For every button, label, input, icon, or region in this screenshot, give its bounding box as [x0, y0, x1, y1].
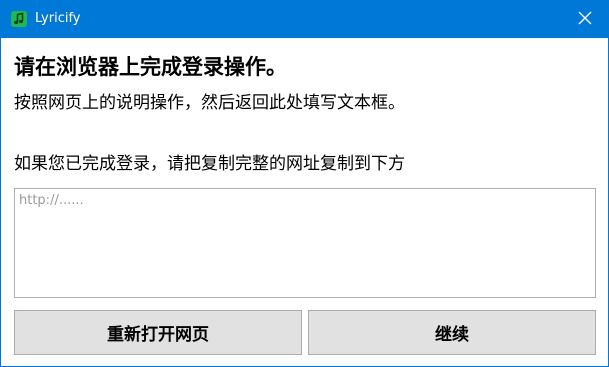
- close-icon: [578, 10, 592, 29]
- page-title: 请在浏览器上完成登录操作。: [14, 55, 287, 79]
- instruction-text: 按照网页上的说明操作，然后返回此处填写文本框。: [14, 93, 405, 113]
- continue-button[interactable]: 继续: [308, 310, 596, 355]
- close-button[interactable]: [562, 1, 608, 38]
- window-title: Lyricify: [35, 11, 81, 26]
- url-input[interactable]: [14, 188, 596, 298]
- reopen-webpage-button[interactable]: 重新打开网页: [14, 310, 302, 355]
- url-prompt-label: 如果您已完成登录，请把复制完整的网址复制到下方: [14, 154, 405, 174]
- reopen-webpage-label: 重新打开网页: [107, 325, 209, 345]
- continue-label: 继续: [435, 325, 469, 345]
- title-bar[interactable]: Lyricify: [1, 1, 608, 38]
- login-dialog: Lyricify 请在浏览器上完成登录操作。 按照网页上的说明操作，然后返回此处…: [0, 0, 609, 367]
- music-note-icon: [11, 11, 27, 27]
